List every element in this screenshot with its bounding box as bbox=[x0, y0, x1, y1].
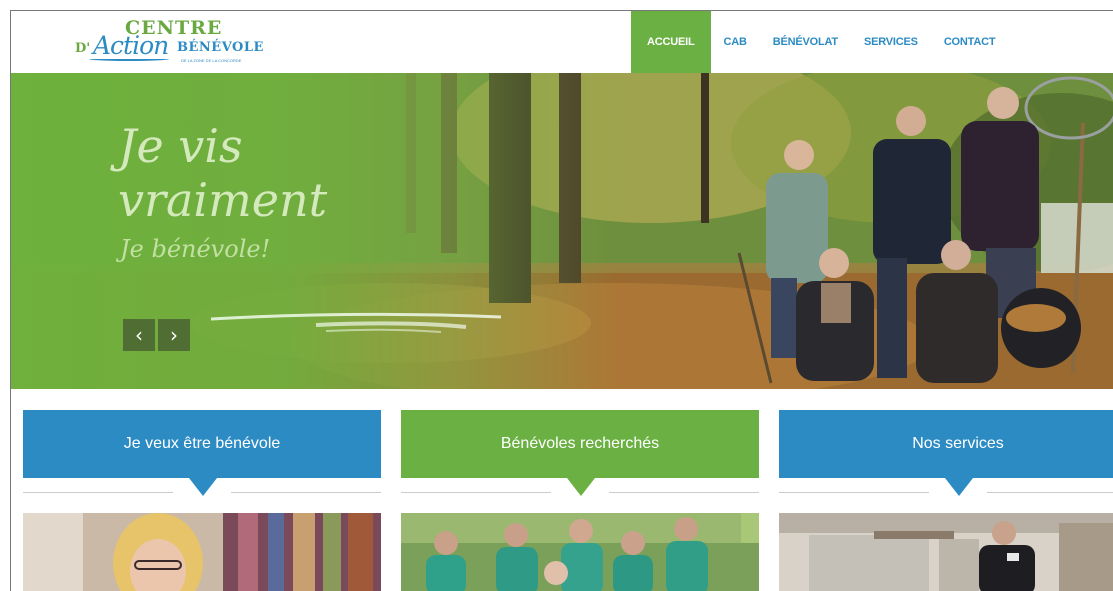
nav-item-benevolat[interactable]: BÉNÉVOLAT bbox=[760, 11, 851, 73]
card-pointer bbox=[189, 478, 217, 496]
slider-next-button[interactable]: › bbox=[158, 319, 190, 351]
hero-headline-line1: Je vis bbox=[118, 119, 243, 173]
divider bbox=[401, 492, 551, 493]
card-banner-benevole[interactable]: Je veux être bénévole bbox=[23, 410, 381, 478]
card-pointer bbox=[567, 478, 595, 496]
slider-prev-button[interactable]: ‹ bbox=[123, 319, 155, 351]
main-nav: ACCUEIL CAB BÉNÉVOLAT SERVICES CONTACT bbox=[631, 11, 1008, 73]
card-photo-volunteer-group[interactable] bbox=[401, 513, 759, 591]
divider bbox=[779, 492, 929, 493]
browser-viewport: CENTRE D' Action BÉNÉVOLE DE LA ZONE DE … bbox=[10, 10, 1113, 591]
logo-swoosh bbox=[89, 57, 169, 61]
nav-item-services[interactable]: SERVICES bbox=[851, 11, 931, 73]
nav-item-contact[interactable]: CONTACT bbox=[931, 11, 1009, 73]
site-header: CENTRE D' Action BÉNÉVOLE DE LA ZONE DE … bbox=[11, 11, 1113, 73]
kitchen-image bbox=[779, 513, 1113, 591]
card-photo-kitchen[interactable] bbox=[779, 513, 1113, 591]
chevron-left-icon: ‹ bbox=[135, 323, 143, 347]
card-pointer bbox=[945, 478, 973, 496]
hero-brush-strokes bbox=[210, 312, 502, 333]
divider bbox=[23, 492, 173, 493]
card-photo-volunteer-woman[interactable] bbox=[23, 513, 381, 591]
hero-slider: Je vis vraiment Je bénévole! ‹ › bbox=[11, 73, 1113, 389]
card-nos-services: Nos services bbox=[779, 410, 1113, 591]
card-benevoles-recherches: Bénévoles recherchés bbox=[401, 410, 759, 591]
divider bbox=[231, 492, 381, 493]
hero-headline-line2: vraiment bbox=[118, 173, 328, 227]
logo-tagline: DE LA ZONE DE LA CONCORDE bbox=[181, 58, 242, 63]
volunteer-woman-image bbox=[23, 513, 381, 591]
logo-benevole-text: BÉNÉVOLE bbox=[177, 40, 264, 55]
logo-action-text: Action bbox=[93, 31, 169, 60]
nav-item-cab[interactable]: CAB bbox=[711, 11, 760, 73]
card-banner-recherches[interactable]: Bénévoles recherchés bbox=[401, 410, 759, 478]
chevron-right-icon: › bbox=[170, 323, 178, 347]
nav-item-accueil[interactable]: ACCUEIL bbox=[631, 11, 711, 73]
volunteer-group-image bbox=[401, 513, 759, 591]
hero-subheadline: Je bénévole! bbox=[120, 235, 271, 263]
card-je-veux-etre-benevole: Je veux être bénévole bbox=[23, 410, 381, 591]
divider bbox=[609, 492, 759, 493]
divider bbox=[987, 492, 1113, 493]
card-banner-services[interactable]: Nos services bbox=[779, 410, 1113, 478]
site-logo[interactable]: CENTRE D' Action BÉNÉVOLE DE LA ZONE DE … bbox=[73, 17, 273, 67]
logo-d-text: D' bbox=[75, 41, 91, 56]
